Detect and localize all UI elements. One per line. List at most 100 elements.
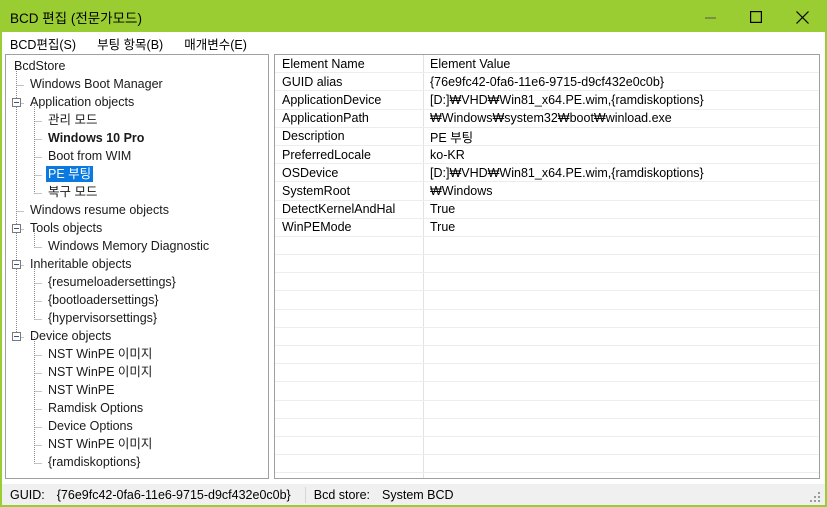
element-list-row[interactable]: Description PE 부팅 [275,128,819,146]
element-list-row[interactable]: ApplicationPath ₩Windows₩system32₩boot₩wi… [275,110,819,128]
tree-node[interactable]: Windows Boot Manager [6,75,268,93]
element-list-empty-row[interactable] [275,291,819,310]
tree-node[interactable]: {bootloadersettings} [6,291,268,309]
tree-node[interactable]: Windows resume objects [6,201,268,219]
element-value-cell: [D:]₩VHD₩Win81_x64.PE.wim,{ramdiskoption… [430,165,704,180]
tree-node-label: {resumeloadersettings} [48,275,176,289]
element-value-cell: {76e9fc42-0fa6-11e6-9715-d9cf432e0c0b} [430,74,664,89]
bcd-editor-window: BCD 편집 (전문가모드) BCD편집(S) 부팅 항목(B) 매개변수(E)… [0,0,827,507]
element-list[interactable]: Element Name Element Value GUID alias {76e9… [275,55,819,478]
element-name-cell: DetectKernelAndHal [282,202,396,217]
tree-node-label: 복구 모드 [48,185,98,199]
tree-node-label: Device Options [48,419,133,433]
element-list-empty-row[interactable] [275,437,819,456]
tree-expander-collapse-icon[interactable] [12,260,21,269]
resize-grip-dot [814,496,816,498]
tree-node-label: NST WinPE 이미지 [48,347,153,361]
element-list-empty-row[interactable] [275,255,819,274]
tree-node[interactable]: Windows 10 Pro [6,129,268,147]
tree-node[interactable]: Inheritable objects [6,255,268,273]
tree-node-label: NST WinPE 이미지 [48,365,153,379]
tree-node[interactable]: NST WinPE 이미지 [6,363,268,381]
tree-node[interactable]: Windows Memory Diagnostic [6,237,268,255]
title-bar[interactable]: BCD 편집 (전문가모드) [2,2,825,32]
element-list-empty-row[interactable] [275,401,819,419]
tree-node[interactable]: PE 부팅 [6,165,268,183]
element-list-empty-row[interactable] [275,455,819,474]
tree-node[interactable]: {hypervisorsettings} [6,309,268,327]
resize-grip-dot [818,500,820,502]
tree-node-label: Windows Boot Manager [30,77,163,91]
element-list-empty-row[interactable] [275,310,819,328]
element-name-cell: ApplicationDevice [282,92,382,107]
tree-node[interactable]: NST WinPE 이미지 [6,345,268,363]
tree-expander-collapse-icon[interactable] [12,224,21,233]
element-list-row[interactable]: PreferredLocale ko-KR [275,146,819,165]
tree-expander-collapse-icon[interactable] [12,332,21,341]
tree-node[interactable]: Ramdisk Options [6,399,268,417]
element-value-cell: True [430,202,456,217]
tree-node-label: Windows 10 Pro [48,131,145,145]
menu-item-parameters[interactable]: 매개변수(E) [181,32,256,55]
tree-node[interactable]: Boot from WIM [6,147,268,165]
element-list-empty-row[interactable] [275,382,819,401]
element-list-empty-row[interactable] [275,419,819,437]
element-list-empty-row[interactable] [275,273,819,292]
tree-node[interactable]: NST WinPE [6,381,268,399]
tree-node[interactable]: Tools objects [6,219,268,237]
element-list-pane[interactable]: Element Name Element Value GUID alias {76e9… [274,54,820,479]
element-value-cell: ko-KR [430,147,465,162]
bcd-object-tree[interactable]: BcdStore Windows Boot Manager Application … [6,55,268,471]
tree-node[interactable]: 관리 모드 [6,111,268,129]
status-guid: GUID: {76e9fc42-0fa6-11e6-9715-d9cf432e0… [2,488,291,502]
maximize-button[interactable] [733,2,779,32]
element-list-row[interactable]: GUID alias {76e9fc42-0fa6-11e6-9715-d9cf4… [275,73,819,92]
resize-grip-dot [814,500,816,502]
element-list-empty-row[interactable] [275,346,819,365]
status-bar: GUID: {76e9fc42-0fa6-11e6-9715-d9cf432e0… [2,483,825,505]
element-list-header-row: Element Name Element Value [275,55,819,74]
element-name-cell: WinPEMode [282,220,352,235]
element-list-empty-row[interactable] [275,328,819,346]
element-name-cell: GUID alias [282,74,343,89]
tree-node[interactable]: 복구 모드 [6,183,268,201]
tree-node[interactable]: {resumeloadersettings} [6,273,268,291]
element-list-row[interactable]: DetectKernelAndHal True [275,201,819,219]
status-guid-value: {76e9fc42-0fa6-11e6-9715-d9cf432e0c0b} [56,488,291,502]
resize-grip[interactable] [808,490,822,504]
tree-node[interactable]: Device Options [6,417,268,435]
element-list-row[interactable]: WinPEMode True [275,219,819,237]
element-value-cell: True [430,220,456,235]
tree-node-label: {hypervisorsettings} [48,311,158,325]
tree-node-label: {ramdiskoptions} [48,455,141,469]
element-list-row[interactable]: OSDevice [D:]₩VHD₩Win81_x64.PE.wim,{ramdi… [275,164,819,183]
tree-node-label: Ramdisk Options [48,401,144,415]
tree-node-label: PE 부팅 [46,166,94,182]
tree-expander-collapse-icon[interactable] [12,98,21,107]
menu-bar: BCD편집(S) 부팅 항목(B) 매개변수(E) [2,32,825,54]
resize-grip-dot [818,496,820,498]
status-store: Bcd store: System BCD [306,488,454,502]
menu-item-boot-entries[interactable]: 부팅 항목(B) [94,32,172,55]
tree-node[interactable]: BcdStore [6,57,268,75]
tree-node[interactable]: Device objects [6,327,268,345]
element-name-cell: Description [282,129,345,144]
element-list-empty-row[interactable] [275,364,819,383]
tree-node[interactable]: NST WinPE 이미지 [6,435,268,453]
tree-node-label: Boot from WIM [48,149,132,163]
close-icon [795,10,809,24]
element-list-empty-row[interactable] [275,237,819,256]
element-list-row[interactable]: ApplicationDevice [D:]₩VHD₩Win81_x64.PE.w… [275,91,819,110]
tree-node[interactable]: Application objects [6,93,268,111]
tree-node[interactable]: {ramdiskoptions} [6,453,268,471]
tree-node-label: Windows Memory Diagnostic [48,239,210,253]
close-button[interactable] [779,2,825,32]
minimize-button[interactable] [687,2,733,32]
menu-item-bcd-edit[interactable]: BCD편집(S) [7,32,85,55]
element-value-cell: ₩Windows [430,183,493,198]
element-list-row[interactable]: SystemRoot ₩Windows [275,182,819,201]
bcd-object-tree-pane[interactable]: BcdStore Windows Boot Manager Application … [5,54,269,479]
minimize-icon [704,12,716,23]
element-value-cell: PE 부팅 [430,130,474,145]
element-value-cell: ₩Windows₩system32₩boot₩winload.exe [430,111,672,126]
